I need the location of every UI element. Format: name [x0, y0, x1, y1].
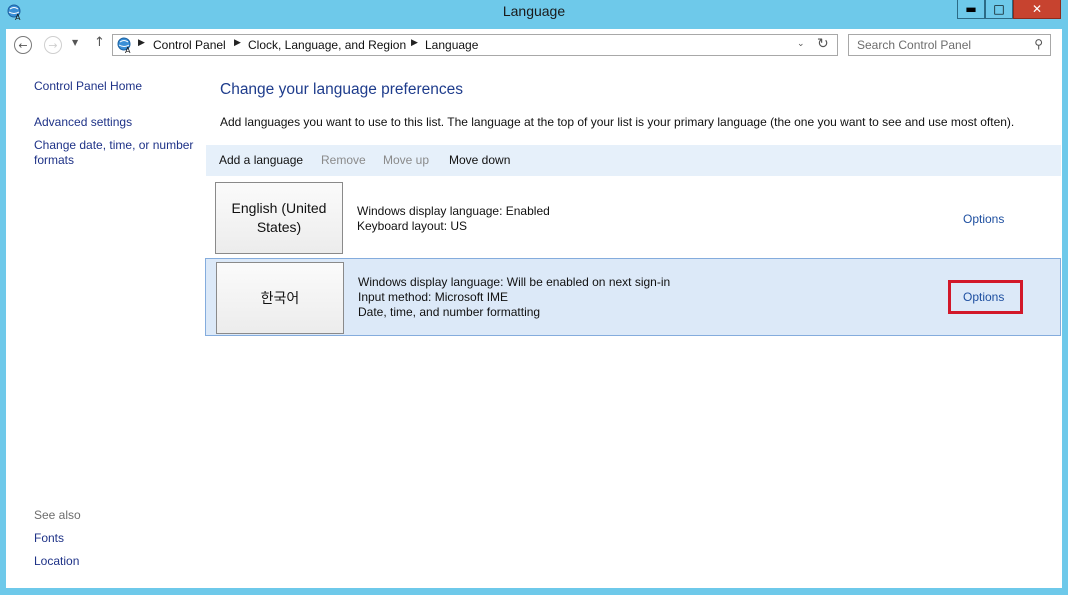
- sidebar-change-date-time-formats[interactable]: Change date, time, or number formats: [34, 138, 200, 168]
- language-row-korean[interactable]: 한국어 Windows display language: Will be en…: [205, 258, 1061, 336]
- refresh-icon: ↻: [817, 36, 829, 52]
- search-icon[interactable]: ⚲: [1034, 37, 1043, 51]
- search-box[interactable]: Search Control Panel ⚲: [848, 34, 1051, 56]
- input-method: Input method: Microsoft IME: [358, 290, 509, 304]
- breadcrumb-language[interactable]: Language: [425, 38, 478, 52]
- page-description: Add languages you want to use to this li…: [220, 115, 1015, 129]
- breadcrumb-clock-language-region[interactable]: Clock, Language, and Region: [248, 38, 406, 52]
- refresh-button[interactable]: ↻: [817, 36, 829, 52]
- maximize-button[interactable]: □: [985, 0, 1013, 19]
- language-status: Windows display language: Will be enable…: [358, 275, 670, 320]
- options-link[interactable]: Options: [963, 212, 1004, 226]
- window-controls: ▬ □ ✕: [957, 0, 1061, 19]
- minimize-icon: ▬: [965, 2, 977, 16]
- search-input[interactable]: Search Control Panel: [857, 38, 971, 52]
- close-button[interactable]: ✕: [1013, 0, 1061, 19]
- sidebar-advanced-settings[interactable]: Advanced settings: [34, 115, 132, 130]
- language-row-english[interactable]: English (United States) Windows display …: [205, 178, 1061, 258]
- minimize-button[interactable]: ▬: [957, 0, 985, 19]
- see-also-fonts-link[interactable]: Fonts: [34, 531, 64, 546]
- page-title: Change your language preferences: [220, 81, 464, 98]
- breadcrumb-control-panel[interactable]: Control Panel: [153, 38, 226, 52]
- breadcrumb-separator-icon[interactable]: ▶: [411, 38, 418, 48]
- title-bar: A Language ▬ □ ✕: [0, 0, 1068, 26]
- svg-text:A: A: [125, 46, 131, 54]
- language-tile[interactable]: English (United States): [215, 182, 343, 254]
- see-also-label: See also: [34, 508, 81, 522]
- chevron-down-icon: ⌄: [797, 39, 805, 49]
- keyboard-layout: Keyboard layout: US: [357, 219, 468, 233]
- remove-button[interactable]: Remove: [321, 153, 366, 167]
- address-bar[interactable]: A ▶ Control Panel ▶ Clock, Language, and…: [112, 34, 838, 56]
- address-history-dropdown[interactable]: ⌄: [797, 39, 805, 49]
- language-tile[interactable]: 한국어: [216, 262, 344, 334]
- sidebar-control-panel-home[interactable]: Control Panel Home: [34, 79, 142, 94]
- see-also-location-link[interactable]: Location: [34, 554, 79, 569]
- back-arrow-icon: ←: [18, 38, 28, 52]
- navigation-bar: ← → ▼ ↑ A ▶ Control Panel ▶ Clock, Langu…: [6, 29, 1062, 62]
- forward-arrow-icon: →: [48, 38, 58, 52]
- display-language-status: Windows display language: Will be enable…: [358, 275, 671, 289]
- add-language-button[interactable]: Add a language: [219, 153, 303, 167]
- move-up-button[interactable]: Move up: [383, 153, 429, 167]
- up-arrow-icon: ↑: [94, 35, 105, 50]
- move-down-button[interactable]: Move down: [449, 153, 510, 167]
- control-panel-globe-icon: A: [117, 37, 131, 54]
- date-time-formatting: Date, time, and number formatting: [358, 305, 541, 319]
- breadcrumb-separator-icon[interactable]: ▶: [234, 38, 241, 48]
- forward-button[interactable]: →: [44, 36, 62, 54]
- language-toolbar: Add a language Remove Move up Move down: [206, 145, 1061, 176]
- language-status: Windows display language: Enabled Keyboa…: [357, 204, 550, 234]
- client-area: ← → ▼ ↑ A ▶ Control Panel ▶ Clock, Langu…: [6, 29, 1062, 588]
- back-button[interactable]: ←: [14, 36, 32, 54]
- display-language-status: Windows display language: Enabled: [357, 204, 550, 218]
- highlight-box: [948, 280, 1023, 314]
- close-icon: ✕: [1031, 2, 1043, 16]
- window-title: Language: [502, 3, 566, 19]
- maximize-icon: □: [993, 2, 1005, 16]
- breadcrumb-separator-icon[interactable]: ▶: [138, 38, 145, 48]
- up-button[interactable]: ↑: [94, 35, 105, 50]
- chevron-down-icon: ▼: [72, 38, 79, 47]
- recent-pages-dropdown[interactable]: ▼: [72, 38, 78, 47]
- language-window: A Language ▬ □ ✕ ← → ▼ ↑ A ▶ Control Pan…: [0, 0, 1068, 595]
